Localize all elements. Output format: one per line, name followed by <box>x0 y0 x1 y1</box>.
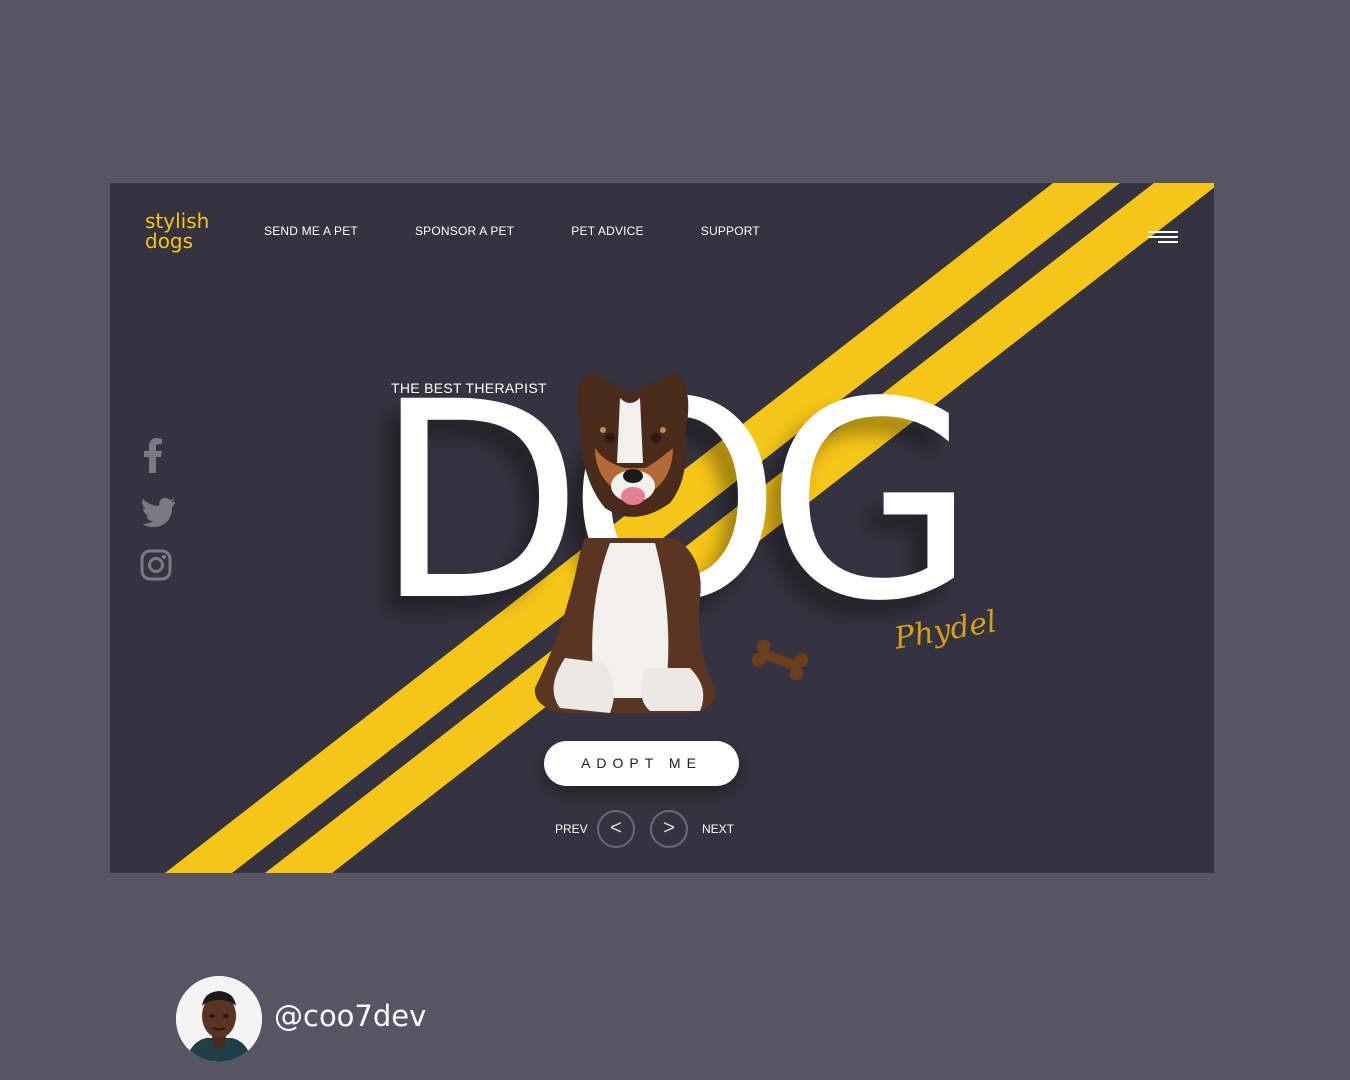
brand-line1: stylish <box>145 209 210 233</box>
dog-image <box>534 373 716 713</box>
next-label[interactable]: NEXT <box>702 822 734 836</box>
hero-card: stylish dogs SEND ME A PET SPONSOR A PET… <box>110 183 1214 873</box>
avatar <box>176 976 262 1062</box>
hamburger-icon[interactable] <box>1146 231 1178 245</box>
facebook-icon[interactable] <box>140 437 166 473</box>
instagram-icon[interactable] <box>140 549 172 581</box>
prev-label[interactable]: PREV <box>555 822 588 836</box>
brand-line2: dogs <box>145 229 194 253</box>
nav-send-me-a-pet[interactable]: SEND ME A PET <box>264 224 358 238</box>
brand-logo[interactable]: stylish dogs <box>145 211 209 251</box>
main-nav: SEND ME A PET SPONSOR A PET PET ADVICE S… <box>264 224 817 238</box>
adopt-me-button[interactable]: ADOPT ME <box>544 741 739 786</box>
avatar-portrait <box>176 976 262 1062</box>
twitter-icon[interactable] <box>140 497 176 527</box>
nav-sponsor-a-pet[interactable]: SPONSOR A PET <box>415 224 514 238</box>
bone-icon <box>751 639 809 681</box>
next-arrow-icon[interactable]: > <box>650 810 688 848</box>
prev-arrow-icon[interactable]: < <box>597 810 635 848</box>
nav-pet-advice[interactable]: PET ADVICE <box>571 224 643 238</box>
author-handle: @coo7dev <box>274 999 427 1033</box>
nav-support[interactable]: SUPPORT <box>701 224 760 238</box>
